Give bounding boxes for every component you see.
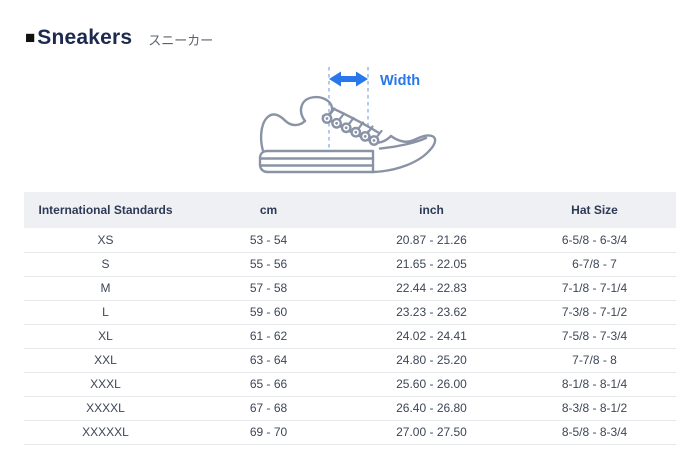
table-row: XXXXXL69 - 7027.00 - 27.508-5/8 - 8-3/4 — [24, 420, 676, 444]
table-cell: S — [24, 252, 187, 276]
table-cell: 7-7/8 - 8 — [513, 348, 676, 372]
table-cell: 21.65 - 22.05 — [350, 252, 513, 276]
table-cell: XXXXXL — [24, 420, 187, 444]
column-header: inch — [350, 192, 513, 228]
page-subtitle-japanese: スニーカー — [148, 30, 213, 49]
table-cell: 63 - 64 — [187, 348, 350, 372]
table-row: M57 - 5822.44 - 22.837-1/8 - 7-1/4 — [24, 276, 676, 300]
size-table-head: International StandardscminchHat Size — [24, 192, 676, 228]
table-cell: L — [24, 300, 187, 324]
table-cell: 8-3/8 - 8-1/2 — [513, 396, 676, 420]
table-cell: 26.40 - 26.80 — [350, 396, 513, 420]
table-cell: 27.00 - 27.50 — [350, 420, 513, 444]
sneaker-outline — [260, 97, 435, 172]
table-cell: XXXXL — [24, 396, 187, 420]
table-cell: 67 - 68 — [187, 396, 350, 420]
table-cell: 25.60 - 26.00 — [350, 372, 513, 396]
table-cell: 7-1/8 - 7-1/4 — [513, 276, 676, 300]
size-table-body: XS53 - 5420.87 - 21.266-5/8 - 6-3/4S55 -… — [24, 228, 676, 444]
sneaker-width-diagram: Width — [230, 53, 470, 190]
table-cell: 6-5/8 - 6-3/4 — [513, 228, 676, 252]
table-row: XXXL65 - 6625.60 - 26.008-1/8 - 8-1/4 — [24, 372, 676, 396]
table-cell: 8-1/8 - 8-1/4 — [513, 372, 676, 396]
table-cell: M — [24, 276, 187, 300]
table-row: XXL63 - 6424.80 - 25.207-7/8 - 8 — [24, 348, 676, 372]
column-header: International Standards — [24, 192, 187, 228]
table-cell: 59 - 60 — [187, 300, 350, 324]
table-row: L59 - 6023.23 - 23.627-3/8 - 7-1/2 — [24, 300, 676, 324]
sneaker-illustration: Width — [230, 53, 470, 190]
table-row: XL61 - 6224.02 - 24.417-5/8 - 7-3/4 — [24, 324, 676, 348]
table-cell: 24.80 - 25.20 — [350, 348, 513, 372]
table-cell: 20.87 - 21.26 — [350, 228, 513, 252]
table-cell: 65 - 66 — [187, 372, 350, 396]
table-cell: 24.02 - 24.41 — [350, 324, 513, 348]
page-header: ■ Sneakers スニーカー — [25, 26, 213, 50]
table-cell: 61 - 62 — [187, 324, 350, 348]
table-cell: 8-5/8 - 8-3/4 — [513, 420, 676, 444]
table-cell: 23.23 - 23.62 — [350, 300, 513, 324]
square-bullet-icon: ■ — [25, 29, 35, 46]
table-cell: 7-3/8 - 7-1/2 — [513, 300, 676, 324]
width-arrow-icon — [329, 72, 368, 87]
width-label: Width — [380, 73, 420, 89]
table-cell: 69 - 70 — [187, 420, 350, 444]
table-cell: XXXL — [24, 372, 187, 396]
table-cell: 55 - 56 — [187, 252, 350, 276]
table-cell: 6-7/8 - 7 — [513, 252, 676, 276]
size-table: International StandardscminchHat Size XS… — [24, 192, 676, 445]
table-row: S55 - 5621.65 - 22.056-7/8 - 7 — [24, 252, 676, 276]
table-header-row: International StandardscminchHat Size — [24, 192, 676, 228]
table-cell: 22.44 - 22.83 — [350, 276, 513, 300]
table-cell: XS — [24, 228, 187, 252]
page-title: Sneakers — [37, 26, 132, 50]
table-cell: XXL — [24, 348, 187, 372]
table-row: XS53 - 5420.87 - 21.266-5/8 - 6-3/4 — [24, 228, 676, 252]
table-cell: 57 - 58 — [187, 276, 350, 300]
table-row: XXXXL67 - 6826.40 - 26.808-3/8 - 8-1/2 — [24, 396, 676, 420]
column-header: cm — [187, 192, 350, 228]
table-cell: 53 - 54 — [187, 228, 350, 252]
column-header: Hat Size — [513, 192, 676, 228]
table-cell: XL — [24, 324, 187, 348]
table-cell: 7-5/8 - 7-3/4 — [513, 324, 676, 348]
